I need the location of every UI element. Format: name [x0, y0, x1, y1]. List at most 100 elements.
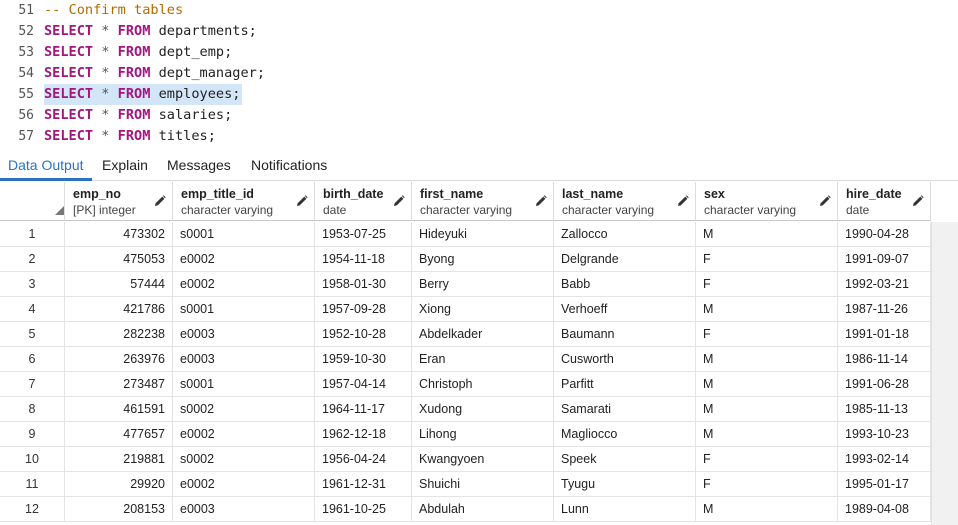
- cell-first-name[interactable]: Abdulah: [412, 497, 554, 522]
- cell-sex[interactable]: M: [696, 397, 838, 422]
- cell-hire-date[interactable]: 1993-10-23: [838, 422, 931, 447]
- pencil-icon[interactable]: [819, 194, 831, 206]
- code-line[interactable]: 56 SELECT * FROM salaries;: [0, 105, 958, 126]
- cell-emp-no[interactable]: 29920: [65, 472, 173, 497]
- cell-emp-no[interactable]: 461591: [65, 397, 173, 422]
- cell-first-name[interactable]: Kwangyoen: [412, 447, 554, 472]
- cell-sex[interactable]: F: [696, 447, 838, 472]
- cell-last-name[interactable]: Tyugu: [554, 472, 696, 497]
- cell-last-name[interactable]: Speek: [554, 447, 696, 472]
- cell-birth-date[interactable]: 1954-11-18: [315, 247, 412, 272]
- cell-emp-no[interactable]: 219881: [65, 447, 173, 472]
- cell-sex[interactable]: M: [696, 422, 838, 447]
- cell-last-name[interactable]: Baumann: [554, 322, 696, 347]
- cell-emp-title-id[interactable]: e0002: [173, 422, 315, 447]
- cell-sex[interactable]: F: [696, 472, 838, 497]
- cell-emp-no[interactable]: 273487: [65, 372, 173, 397]
- table-row[interactable]: 10 219881 s0002 1956-04-24 Kwangyoen Speek F 19…: [0, 447, 931, 472]
- column-header-emp-no[interactable]: emp_no [PK] integer: [65, 182, 173, 221]
- code-text[interactable]: SELECT * FROM salaries;: [44, 105, 232, 126]
- cell-sex[interactable]: M: [696, 497, 838, 522]
- cell-last-name[interactable]: Babb: [554, 272, 696, 297]
- cell-sex[interactable]: F: [696, 272, 838, 297]
- cell-hire-date[interactable]: 1989-04-08: [838, 497, 931, 522]
- code-text[interactable]: SELECT * FROM titles;: [44, 126, 216, 147]
- table-row[interactable]: 12 208153 e0003 1961-10-25 Abdulah Lunn M 1989-…: [0, 497, 931, 522]
- table-row[interactable]: 1 473302 s0001 1953-07-25 Hideyuki Zallocco M 1…: [0, 222, 931, 247]
- cell-emp-title-id[interactable]: s0001: [173, 297, 315, 322]
- table-row[interactable]: 3 57444 e0002 1958-01-30 Berry Babb F 1992-03-2…: [0, 272, 931, 297]
- code-text[interactable]: SELECT * FROM employees;: [44, 84, 243, 105]
- table-row[interactable]: 8 461591 s0002 1964-11-17 Xudong Samarati M 198…: [0, 397, 931, 422]
- code-line[interactable]: 51 -- Confirm tables: [0, 0, 958, 21]
- cell-first-name[interactable]: Christoph: [412, 372, 554, 397]
- cell-first-name[interactable]: Abdelkader: [412, 322, 554, 347]
- cell-last-name[interactable]: Samarati: [554, 397, 696, 422]
- cell-last-name[interactable]: Magliocco: [554, 422, 696, 447]
- tab-notifications[interactable]: Notifications: [251, 150, 335, 181]
- row-number[interactable]: 6: [0, 347, 65, 372]
- cell-first-name[interactable]: Lihong: [412, 422, 554, 447]
- code-text[interactable]: SELECT * FROM departments;: [44, 21, 257, 42]
- table-row[interactable]: 5 282238 e0003 1952-10-28 Abdelkader Baumann F…: [0, 322, 931, 347]
- cell-first-name[interactable]: Byong: [412, 247, 554, 272]
- code-line[interactable]: 52 SELECT * FROM departments;: [0, 21, 958, 42]
- cell-emp-title-id[interactable]: e0003: [173, 322, 315, 347]
- row-number[interactable]: 5: [0, 322, 65, 347]
- cell-birth-date[interactable]: 1964-11-17: [315, 397, 412, 422]
- cell-hire-date[interactable]: 1990-04-28: [838, 222, 931, 247]
- cell-emp-title-id[interactable]: e0003: [173, 497, 315, 522]
- cell-last-name[interactable]: Cusworth: [554, 347, 696, 372]
- pencil-icon[interactable]: [296, 194, 308, 206]
- row-number[interactable]: 12: [0, 497, 65, 522]
- cell-hire-date[interactable]: 1995-01-17: [838, 472, 931, 497]
- cell-sex[interactable]: F: [696, 322, 838, 347]
- cell-birth-date[interactable]: 1957-09-28: [315, 297, 412, 322]
- cell-birth-date[interactable]: 1959-10-30: [315, 347, 412, 372]
- cell-sex[interactable]: M: [696, 222, 838, 247]
- cell-first-name[interactable]: Eran: [412, 347, 554, 372]
- table-row[interactable]: 7 273487 s0001 1957-04-14 Christoph Parfitt M 1…: [0, 372, 931, 397]
- cell-sex[interactable]: M: [696, 347, 838, 372]
- cell-hire-date[interactable]: 1985-11-13: [838, 397, 931, 422]
- sql-editor[interactable]: 51 -- Confirm tables 52 SELECT * FROM depar…: [0, 0, 958, 146]
- table-row[interactable]: 2 475053 e0002 1954-11-18 Byong Delgrande F 199…: [0, 247, 931, 272]
- cell-first-name[interactable]: Hideyuki: [412, 222, 554, 247]
- cell-hire-date[interactable]: 1992-03-21: [838, 272, 931, 297]
- tab-explain[interactable]: Explain: [102, 150, 156, 181]
- column-header-first-name[interactable]: first_name character varying: [412, 182, 554, 221]
- cell-birth-date[interactable]: 1952-10-28: [315, 322, 412, 347]
- cell-emp-no[interactable]: 57444: [65, 272, 173, 297]
- cell-first-name[interactable]: Shuichi: [412, 472, 554, 497]
- cell-hire-date[interactable]: 1987-11-26: [838, 297, 931, 322]
- cell-last-name[interactable]: Delgrande: [554, 247, 696, 272]
- cell-birth-date[interactable]: 1961-10-25: [315, 497, 412, 522]
- vertical-scrollbar[interactable]: [931, 222, 958, 525]
- cell-birth-date[interactable]: 1957-04-14: [315, 372, 412, 397]
- cell-last-name[interactable]: Lunn: [554, 497, 696, 522]
- cell-emp-no[interactable]: 477657: [65, 422, 173, 447]
- cell-emp-no[interactable]: 282238: [65, 322, 173, 347]
- cell-emp-title-id[interactable]: e0002: [173, 472, 315, 497]
- row-number[interactable]: 9: [0, 422, 65, 447]
- table-row[interactable]: 11 29920 e0002 1961-12-31 Shuichi Tyugu F 1995-…: [0, 472, 931, 497]
- cell-last-name[interactable]: Parfitt: [554, 372, 696, 397]
- column-header-birth-date[interactable]: birth_date date: [315, 182, 412, 221]
- code-text[interactable]: SELECT * FROM dept_manager;: [44, 63, 265, 84]
- table-row[interactable]: 4 421786 s0001 1957-09-28 Xiong Verhoeff M 1987…: [0, 297, 931, 322]
- code-line[interactable]: 53 SELECT * FROM dept_emp;: [0, 42, 958, 63]
- cell-birth-date[interactable]: 1958-01-30: [315, 272, 412, 297]
- column-header-last-name[interactable]: last_name character varying: [554, 182, 696, 221]
- cell-hire-date[interactable]: 1991-09-07: [838, 247, 931, 272]
- cell-emp-title-id[interactable]: e0002: [173, 247, 315, 272]
- cell-emp-no[interactable]: 473302: [65, 222, 173, 247]
- table-row[interactable]: 6 263976 e0003 1959-10-30 Eran Cusworth M 1986-…: [0, 347, 931, 372]
- row-number[interactable]: 1: [0, 222, 65, 247]
- tab-messages[interactable]: Messages: [167, 150, 239, 181]
- cell-emp-title-id[interactable]: s0001: [173, 222, 315, 247]
- pencil-icon[interactable]: [677, 194, 689, 206]
- column-header-emp-title-id[interactable]: emp_title_id character varying: [173, 182, 315, 221]
- cell-emp-title-id[interactable]: e0003: [173, 347, 315, 372]
- cell-hire-date[interactable]: 1991-06-28: [838, 372, 931, 397]
- cell-first-name[interactable]: Xiong: [412, 297, 554, 322]
